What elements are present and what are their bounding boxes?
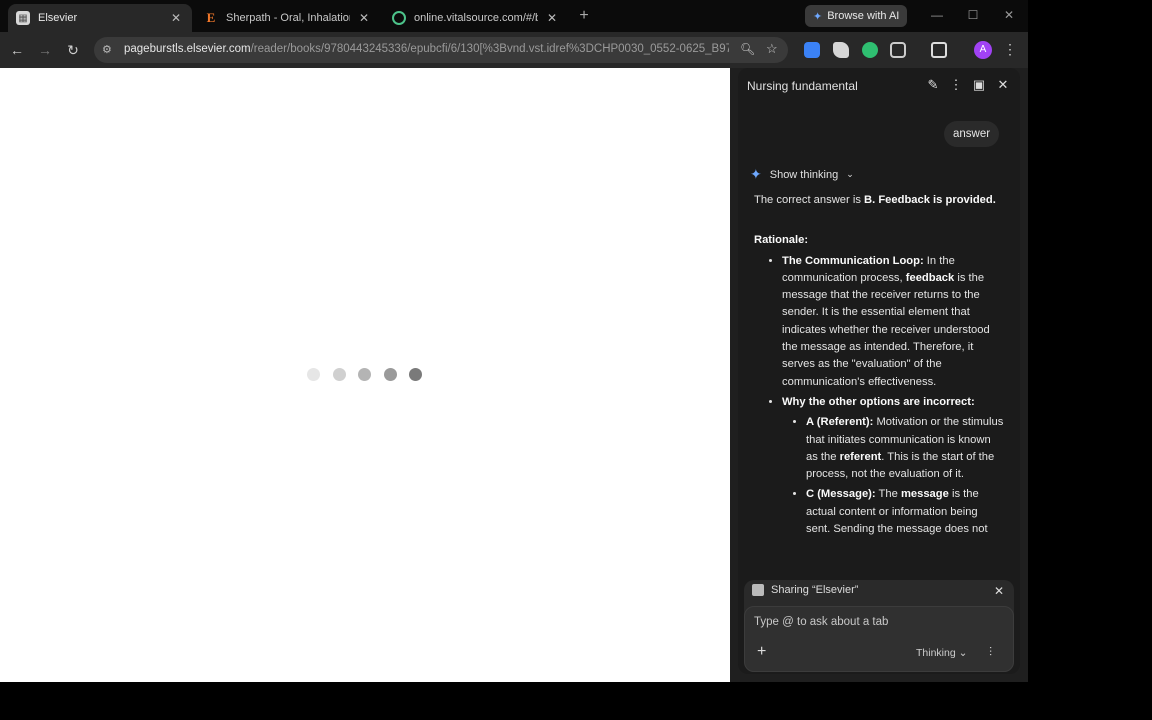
tab-sherpath[interactable]: E Sherpath - Oral, Inhalation, and ✕	[196, 4, 380, 32]
list-item: A (Referent): Motivation or the stimulus…	[806, 414, 1004, 483]
loading-dot	[384, 368, 397, 381]
page-icon: ▦	[16, 11, 30, 25]
address-bar[interactable]: ⚙ pageburstls.elsevier.com/reader/books/…	[94, 37, 788, 63]
tab-strip: ▦ Elsevier ✕ E Sherpath - Oral, Inhalati…	[0, 0, 1028, 32]
browse-with-ai-label: Browse with AI	[827, 10, 900, 22]
prompt-input[interactable]: Type @ to ask about a tab + Thinking ⌄ ⫶	[744, 606, 1014, 672]
open-in-window-icon[interactable]: ▣	[971, 77, 987, 93]
option-a-label: A (Referent):	[806, 416, 874, 429]
loop-heading: The Communication Loop:	[782, 254, 924, 267]
tab-title: online.vitalsource.com/#/books	[414, 12, 538, 24]
site-settings-icon[interactable]: ⚙	[102, 43, 112, 56]
sharing-chip: Sharing “Elsevier”	[752, 584, 858, 596]
extension-puzzle-white-icon[interactable]	[833, 42, 849, 58]
extensions-puzzle-icon[interactable]	[890, 42, 906, 58]
rationale-heading: Rationale:	[754, 232, 1004, 249]
list-item: The Communication Loop: In the communica…	[782, 253, 1004, 391]
prompt-placeholder: Type @ to ask about a tab	[754, 616, 889, 628]
answer-intro: The correct answer is B. Feedback is pro…	[754, 192, 1004, 209]
answer-intro-text: The correct answer is	[754, 194, 865, 206]
loop-bold: feedback	[905, 271, 955, 284]
close-icon[interactable]: ✕	[168, 11, 184, 25]
page-icon	[752, 584, 764, 596]
loop-text: is the message that the receiver returns…	[782, 271, 990, 388]
loading-dot	[333, 368, 346, 381]
gemini-sparkle-icon: ✦	[750, 166, 762, 182]
browse-with-ai-button[interactable]: ✦ Browse with AI	[805, 5, 908, 27]
tab-title: Sherpath - Oral, Inhalation, and	[226, 12, 350, 24]
option-a-bold: referent	[839, 450, 882, 463]
tab-vitalsource[interactable]: online.vitalsource.com/#/books ✕	[384, 4, 568, 32]
panel-title: Nursing fundamental	[747, 79, 858, 93]
options-list: A (Referent): Motivation or the stimulus…	[782, 414, 1004, 538]
window-close-icon[interactable]: ✕	[1001, 8, 1017, 22]
browser-menu-icon[interactable]: ⋮	[1003, 41, 1017, 58]
tab-title: Elsevier	[38, 12, 78, 24]
list-item: Why the other options are incorrect: A (…	[782, 394, 1004, 538]
forward-icon[interactable]: →	[36, 41, 54, 59]
url-text[interactable]: pageburstls.elsevier.com/reader/books/97…	[124, 43, 729, 55]
side-panel-icon[interactable]	[931, 42, 947, 58]
maximize-icon[interactable]: ☐	[965, 8, 981, 22]
close-icon[interactable]: ✕	[356, 11, 372, 25]
mode-selector[interactable]: Thinking ⌄	[916, 647, 967, 659]
page-content	[0, 68, 730, 682]
vitalsource-icon	[392, 11, 406, 25]
browser-window: ▦ Elsevier ✕ E Sherpath - Oral, Inhalati…	[0, 0, 1028, 682]
ai-response: The correct answer is B. Feedback is pro…	[754, 192, 1004, 541]
option-c-bold: message	[900, 488, 949, 501]
elsevier-e-icon: E	[206, 10, 216, 25]
back-icon[interactable]: ←	[8, 41, 26, 59]
extension-green-icon[interactable]	[862, 42, 878, 58]
new-chat-icon[interactable]: ✎	[925, 77, 941, 93]
loading-dot	[358, 368, 371, 381]
url-host: pageburstls.elsevier.com	[124, 43, 251, 55]
show-thinking-toggle[interactable]: ✦ Show thinking ⌄	[750, 166, 854, 183]
tab-elsevier[interactable]: ▦ Elsevier ✕	[8, 4, 192, 32]
extension-blue-icon[interactable]	[804, 42, 820, 58]
answer-choice: B. Feedback is provided.	[864, 194, 996, 206]
sharing-label: Sharing “Elsevier”	[771, 584, 859, 596]
voice-input-icon[interactable]: ⫶	[989, 645, 992, 660]
stop-sharing-icon[interactable]: ✕	[994, 584, 1004, 598]
rationale-heading-text: Rationale:	[754, 234, 809, 247]
minimize-icon[interactable]: —	[929, 8, 945, 22]
panel-close-icon[interactable]: ✕	[995, 77, 1011, 93]
zoom-icon[interactable]: 🔍︎	[740, 42, 755, 56]
bookmark-star-icon[interactable]: ☆	[766, 41, 778, 57]
show-thinking-label: Show thinking	[769, 168, 839, 181]
user-message: answer	[944, 121, 1000, 147]
others-heading: Why the other options are incorrect:	[782, 395, 975, 408]
rationale-list: The Communication Loop: In the communica…	[754, 253, 1004, 539]
close-icon[interactable]: ✕	[544, 11, 560, 25]
chevron-down-icon: ⌄	[958, 647, 968, 659]
list-item: C (Message): The message is the actual c…	[806, 486, 1004, 538]
loading-dot	[409, 368, 422, 381]
add-icon[interactable]: +	[757, 643, 766, 661]
chevron-down-icon: ⌄	[846, 169, 854, 179]
option-c-text: The	[875, 488, 901, 501]
browser-toolbar: ← → ↻ ⚙ pageburstls.elsevier.com/reader/…	[0, 32, 1028, 68]
profile-avatar[interactable]: A	[974, 41, 992, 59]
scroll-fade	[738, 538, 1020, 578]
reload-icon[interactable]: ↻	[64, 41, 82, 59]
ai-side-panel: Nursing fundamental ✎ ⋮ ▣ ✕ answer ✦ Sho…	[738, 68, 1020, 674]
new-tab-icon[interactable]: +	[575, 7, 593, 25]
option-c-label: C (Message):	[806, 488, 876, 501]
loading-dot	[307, 368, 320, 381]
url-path: /reader/books/9780443245336/epubcfi/6/13…	[250, 43, 729, 55]
prompt-composer: Sharing “Elsevier” ✕ Type @ to ask about…	[744, 580, 1014, 672]
gemini-sparkle-icon: ✦	[813, 10, 823, 23]
panel-menu-icon[interactable]: ⋮	[948, 77, 964, 93]
mode-label: Thinking	[916, 647, 956, 659]
